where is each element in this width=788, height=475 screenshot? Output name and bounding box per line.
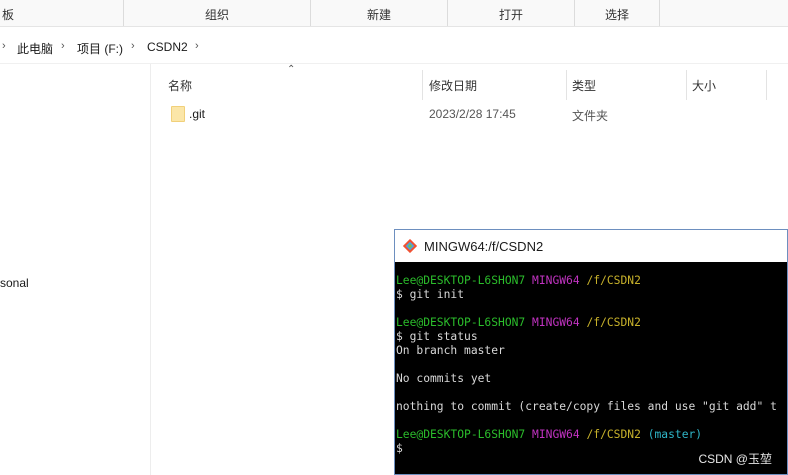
ribbon-group-organize: 组织 (204, 8, 229, 22)
terminal-title: MINGW64:/f/CSDN2 (424, 239, 544, 254)
output-line: No commits yet (396, 372, 492, 385)
chevron-right-icon[interactable]: › (195, 40, 199, 52)
output-line: nothing to commit (create/copy files and… (396, 400, 777, 413)
column-header-name[interactable]: 名称 (168, 77, 192, 94)
git-icon (403, 239, 417, 253)
input-cursor-line[interactable]: $ (396, 442, 403, 456)
ribbon-bar: 板 组织 新建 打开 选择 (0, 0, 788, 27)
breadcrumb-drive-f[interactable]: 项目 (F:) (77, 40, 123, 57)
ribbon-group-select: 选择 (604, 8, 629, 22)
terminal-titlebar[interactable]: MINGW64:/f/CSDN2 (395, 230, 787, 262)
file-modified: 2023/2/28 17:45 (429, 107, 516, 121)
terminal-output[interactable]: Lee@DESKTOP-L6SHON7 MINGW64 /f/CSDN2 $ g… (396, 263, 787, 474)
file-name: .git (189, 107, 206, 121)
column-divider[interactable] (566, 70, 567, 100)
chevron-right-icon[interactable]: › (2, 40, 6, 52)
prompt-line: Lee@DESKTOP-L6SHON7 MINGW64 /f/CSDN2 (396, 316, 641, 329)
nav-item-personal[interactable]: sonal (0, 276, 29, 290)
column-header-modified[interactable]: 修改日期 (429, 77, 477, 94)
ribbon-group-clipboard: 板 (1, 8, 14, 22)
output-line: On branch master (396, 344, 505, 357)
file-row[interactable]: .git 2023/2/28 17:45 文件夹 (160, 103, 788, 125)
ribbon-group-new: 新建 (366, 8, 391, 22)
breadcrumb[interactable]: › 此电脑 › 项目 (F:) › CSDN2 › (0, 31, 788, 64)
breadcrumb-this-pc[interactable]: 此电脑 (17, 40, 53, 57)
prompt-line: Lee@DESKTOP-L6SHON7 MINGW64 /f/CSDN2 (396, 274, 641, 287)
ribbon-divider (659, 0, 660, 26)
terminal-window[interactable]: MINGW64:/f/CSDN2 Lee@DESKTOP-L6SHON7 MIN… (394, 229, 788, 475)
column-divider[interactable] (766, 70, 767, 100)
file-list-header: 名称 修改日期 类型 大小 (160, 64, 788, 102)
column-divider[interactable] (686, 70, 687, 100)
chevron-right-icon[interactable]: › (61, 40, 65, 52)
navigation-pane: sonal (0, 64, 151, 475)
folder-icon (171, 106, 185, 122)
column-header-type[interactable]: 类型 (572, 77, 596, 94)
command-line: $ git init (396, 288, 465, 301)
file-type: 文件夹 (572, 109, 609, 123)
column-header-size[interactable]: 大小 (692, 77, 716, 94)
column-divider[interactable] (422, 70, 423, 100)
breadcrumb-csdn2[interactable]: CSDN2 (147, 40, 188, 54)
chevron-right-icon[interactable]: › (131, 40, 135, 52)
command-line: $ git status (396, 330, 478, 343)
watermark: CSDN @玉堃 (698, 452, 772, 466)
prompt-line: Lee@DESKTOP-L6SHON7 MINGW64 /f/CSDN2 (ma… (396, 428, 703, 441)
ribbon-group-open: 打开 (498, 8, 523, 22)
